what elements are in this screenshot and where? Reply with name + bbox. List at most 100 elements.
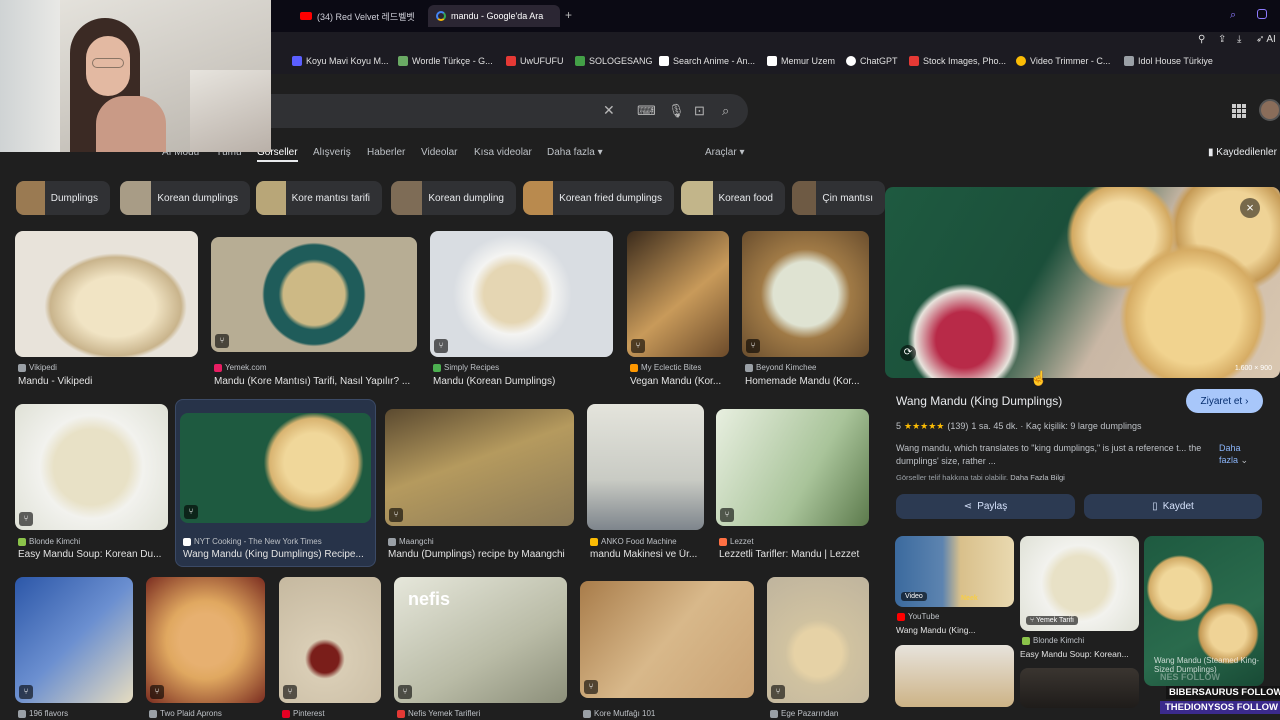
avatar[interactable]	[1259, 99, 1280, 121]
result-image[interactable]: ⑂	[15, 577, 133, 703]
result-title[interactable]: Wang Mandu (King Dumplings) Recipe...	[183, 549, 369, 560]
search-tabs-icon[interactable]: ⌕	[1230, 9, 1236, 22]
chip-thumbnail	[256, 181, 286, 215]
chip-korean-food[interactable]: Korean food	[681, 181, 785, 215]
related-image[interactable]: Wang Mandu (Steamed King-Sized Dumplings…	[1144, 536, 1264, 686]
result-image[interactable]: ⑂	[211, 237, 417, 352]
chip-thumbnail	[16, 181, 45, 215]
tab-short-videos[interactable]: Kısa videolar	[474, 147, 532, 158]
favicon-icon	[745, 363, 753, 372]
more-info-link[interactable]: Daha Fazla Bilgi	[1010, 473, 1065, 482]
save-button[interactable]: ▯ Kaydet	[1084, 494, 1262, 519]
search-input[interactable]: ✕ ⌨ 🎙 ⊡ ⌕	[250, 94, 748, 128]
bookmark-item[interactable]: Memur Uzem	[767, 56, 835, 66]
chip-dumplings[interactable]: Dumplings	[16, 181, 110, 215]
tab-shopping[interactable]: Alışveriş	[313, 147, 351, 158]
result-title[interactable]: Mandu (Korean Dumplings)	[433, 376, 613, 387]
visit-button[interactable]: Ziyaret et ›	[1186, 389, 1263, 413]
favicon-icon	[149, 709, 157, 718]
source-label: Beyond Kimchee	[756, 363, 817, 372]
result-title[interactable]: Easy Mandu Soup: Korean Du...	[18, 549, 168, 560]
keyboard-icon[interactable]: ⌨	[637, 103, 656, 119]
bookmark-item[interactable]: Video Trimmer - C...	[1016, 56, 1110, 66]
bookmark-item[interactable]: Search Anime - An...	[659, 56, 755, 66]
more-link[interactable]: Daha fazla ⌄	[1219, 442, 1259, 466]
tab-mandu-search[interactable]: mandu - Google'da Ara	[428, 5, 560, 27]
chip-label: Korean dumplings	[157, 192, 238, 204]
search-icon[interactable]: ⌕	[722, 103, 729, 119]
related-image[interactable]	[1020, 668, 1139, 708]
result-title[interactable]: Homemade Mandu (Kor...	[745, 376, 869, 387]
share-icon[interactable]: ⇪	[1218, 34, 1226, 45]
related-title[interactable]: Easy Mandu Soup: Korean...	[1020, 649, 1138, 659]
result-image[interactable]: ⑂	[627, 231, 729, 357]
chip-korean-fried-dumplings[interactable]: Korean fried dumplings	[523, 181, 674, 215]
lens-search-icon[interactable]: ⟳	[900, 345, 916, 361]
chip-cin-mantisi[interactable]: Çin mantısı	[792, 181, 885, 215]
related-title[interactable]: Wang Mandu (King...	[896, 625, 1014, 635]
result-source: Pinterest	[282, 709, 325, 718]
tab-red-velvet[interactable]: (34) Red Velvet 레드벨벳	[292, 5, 423, 27]
preview-title[interactable]: Wang Mandu (King Dumplings)	[896, 394, 1062, 408]
lens-icon[interactable]: ⊡	[694, 103, 705, 119]
recipe-icon: ⑂	[150, 685, 164, 699]
result-title[interactable]: Mandu (Kore Mantısı) Tarifi, Nasıl Yapıl…	[214, 376, 419, 387]
recipe-icon: ⑂	[19, 512, 33, 526]
result-image[interactable]: ⑂	[15, 404, 168, 530]
source-label: Yemek.com	[225, 363, 267, 372]
result-title[interactable]: Mandu - Vikipedi	[18, 376, 198, 387]
webcam-overlay	[0, 0, 271, 152]
youtube-icon	[897, 612, 905, 621]
result-title[interactable]: mandu Makinesi ve Ür...	[590, 549, 704, 560]
bookmark-item[interactable]: Idol House Türkiye	[1124, 56, 1213, 66]
favicon-icon	[630, 363, 638, 372]
result-image[interactable]	[587, 404, 704, 530]
result-title[interactable]: Vegan Mandu (Kor...	[630, 376, 730, 387]
download-icon[interactable]: ⤓	[1237, 34, 1241, 45]
result-image[interactable]: ⑂	[580, 581, 754, 698]
new-tab-button[interactable]: +	[565, 8, 572, 22]
tools-button[interactable]: Araçlar ▾	[705, 147, 745, 158]
apps-grid-icon[interactable]	[1232, 104, 1246, 118]
saved-button[interactable]: ▮ Kaydedilenler	[1208, 147, 1277, 158]
source-label: Simply Recipes	[444, 363, 500, 372]
minimize-icon[interactable]	[1257, 9, 1267, 19]
result-image[interactable]: ⑂	[742, 231, 869, 357]
share-button[interactable]: ⋖ Paylaş	[896, 494, 1075, 519]
chip-thumbnail	[391, 181, 423, 215]
result-image[interactable]: ⑂	[430, 231, 613, 357]
result-title[interactable]: Lezzetli Tarifler: Mandu | Lezzet	[719, 549, 869, 560]
result-image[interactable]: ⑂	[716, 409, 869, 526]
extensions-icon[interactable]: ⚲	[1198, 34, 1205, 45]
clear-search-button[interactable]: ✕	[603, 102, 615, 119]
microphone-icon[interactable]: 🎙	[668, 103, 685, 119]
result-image[interactable]: ⑂	[146, 577, 265, 703]
tab-news[interactable]: Haberler	[367, 147, 405, 158]
close-icon[interactable]: ×	[1240, 198, 1260, 218]
bookmark-item[interactable]: Stock Images, Pho...	[909, 56, 1006, 66]
ai-button[interactable]: ➶ AI	[1256, 34, 1276, 45]
bookmark-item[interactable]: ChatGPT	[846, 56, 898, 66]
tab-more[interactable]: Daha fazla ▾	[547, 147, 603, 158]
result-image[interactable]	[15, 231, 198, 357]
send-icon: ➶	[1256, 34, 1265, 45]
result-image[interactable]: nefis ⑂	[394, 577, 567, 703]
bookmark-item[interactable]: UwUFUFU	[506, 56, 564, 66]
chip-korean-dumplings[interactable]: Korean dumplings	[120, 181, 250, 215]
result-image[interactable]: ⑂	[279, 577, 381, 703]
result-title[interactable]: Mandu (Dumplings) recipe by Maangchi	[388, 549, 574, 560]
chip-kore-mantisi[interactable]: Kore mantısı tarifi	[256, 181, 382, 215]
source-label: Two Plaid Aprons	[160, 709, 222, 718]
tab-videos[interactable]: Videolar	[421, 147, 458, 158]
result-image[interactable]: ⑂	[767, 577, 869, 703]
chip-korean-dumpling[interactable]: Korean dumpling	[391, 181, 516, 215]
result-image[interactable]: ⑂	[385, 409, 574, 526]
related-image[interactable]: ⑂ Yemek Tarifi	[1020, 536, 1139, 631]
bookmark-item[interactable]: Koyu Mavi Koyu M...	[292, 56, 389, 66]
related-image[interactable]: Video Neek	[895, 536, 1014, 607]
bookmark-item[interactable]: SOLOGESANG	[575, 56, 653, 66]
preview-image[interactable]: ⟳ 1.600 × 900	[885, 187, 1280, 378]
related-image[interactable]	[895, 645, 1014, 707]
bookmark-item[interactable]: Wordle Türkçe - G...	[398, 56, 493, 66]
result-image[interactable]: ⑂	[180, 413, 371, 523]
